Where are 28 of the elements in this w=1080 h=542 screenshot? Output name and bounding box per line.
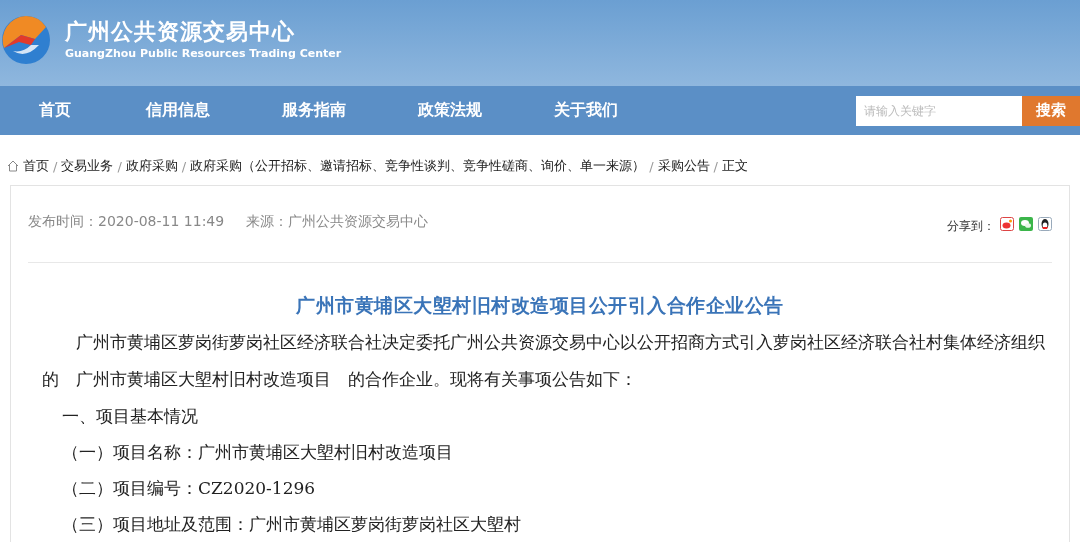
- breadcrumb-link[interactable]: 政府采购: [125, 157, 178, 175]
- home-icon: [7, 160, 19, 172]
- publish-time: 发布时间：2020-08-11 11:49: [28, 213, 225, 231]
- breadcrumb-link[interactable]: 政府采购（公开招标、邀请招标、竞争性谈判、竞争性磋商、询价、单一来源）: [190, 157, 646, 175]
- breadcrumb-separator: /: [181, 158, 187, 174]
- site-title: 广州公共资源交易中心: [65, 18, 296, 46]
- breadcrumb-link[interactable]: 正文: [721, 157, 748, 175]
- share-label: 分享到：: [947, 217, 995, 235]
- breadcrumb-link[interactable]: 首页: [23, 157, 49, 175]
- article-line: （三）项目地址及范围：广州市黄埔区萝岗街萝岗社区大塱村: [62, 513, 522, 536]
- breadcrumb-separator: /: [649, 158, 654, 174]
- article-source: 来源：广州公共资源交易中心: [246, 213, 429, 231]
- site-subtitle: GuangZhou Public Resources Trading Center: [65, 46, 342, 62]
- breadcrumb-separator: /: [117, 158, 122, 174]
- penguin-share-icon[interactable]: [1038, 217, 1052, 231]
- article-line: 一、项目基本情况: [62, 405, 199, 428]
- article-paragraph: 广州市黄埔区萝岗街萝岗社区经济联合社决定委托广州公共资源交易中心以公开招商方式引入萝岗社区经济联合社村集体经济组织的 广州市黄埔区大塱村旧村改造项目 的合作企业。现将有关事项公告如下：: [42, 331, 1046, 391]
- search-field[interactable]: 请输入关键字: [856, 95, 1022, 126]
- article-line: （一）项目名称：广州市黄埔区大塱村旧村改造项目: [62, 441, 454, 464]
- weibo-share-icon[interactable]: [1000, 217, 1014, 231]
- wechat-share-icon[interactable]: [1019, 217, 1033, 231]
- logo-icon: [1, 15, 51, 65]
- breadcrumb-separator: /: [53, 158, 58, 174]
- breadcrumb-separator: /: [713, 158, 718, 174]
- article-line: （二）项目编号：CZ2020-1296: [62, 477, 317, 500]
- breadcrumb-link[interactable]: 交易业务: [61, 157, 114, 175]
- article-title: 广州市黄埔区大塱村旧村改造项目公开引入合作企业公告: [295, 293, 785, 318]
- breadcrumb-link[interactable]: 采购公告: [657, 157, 710, 175]
